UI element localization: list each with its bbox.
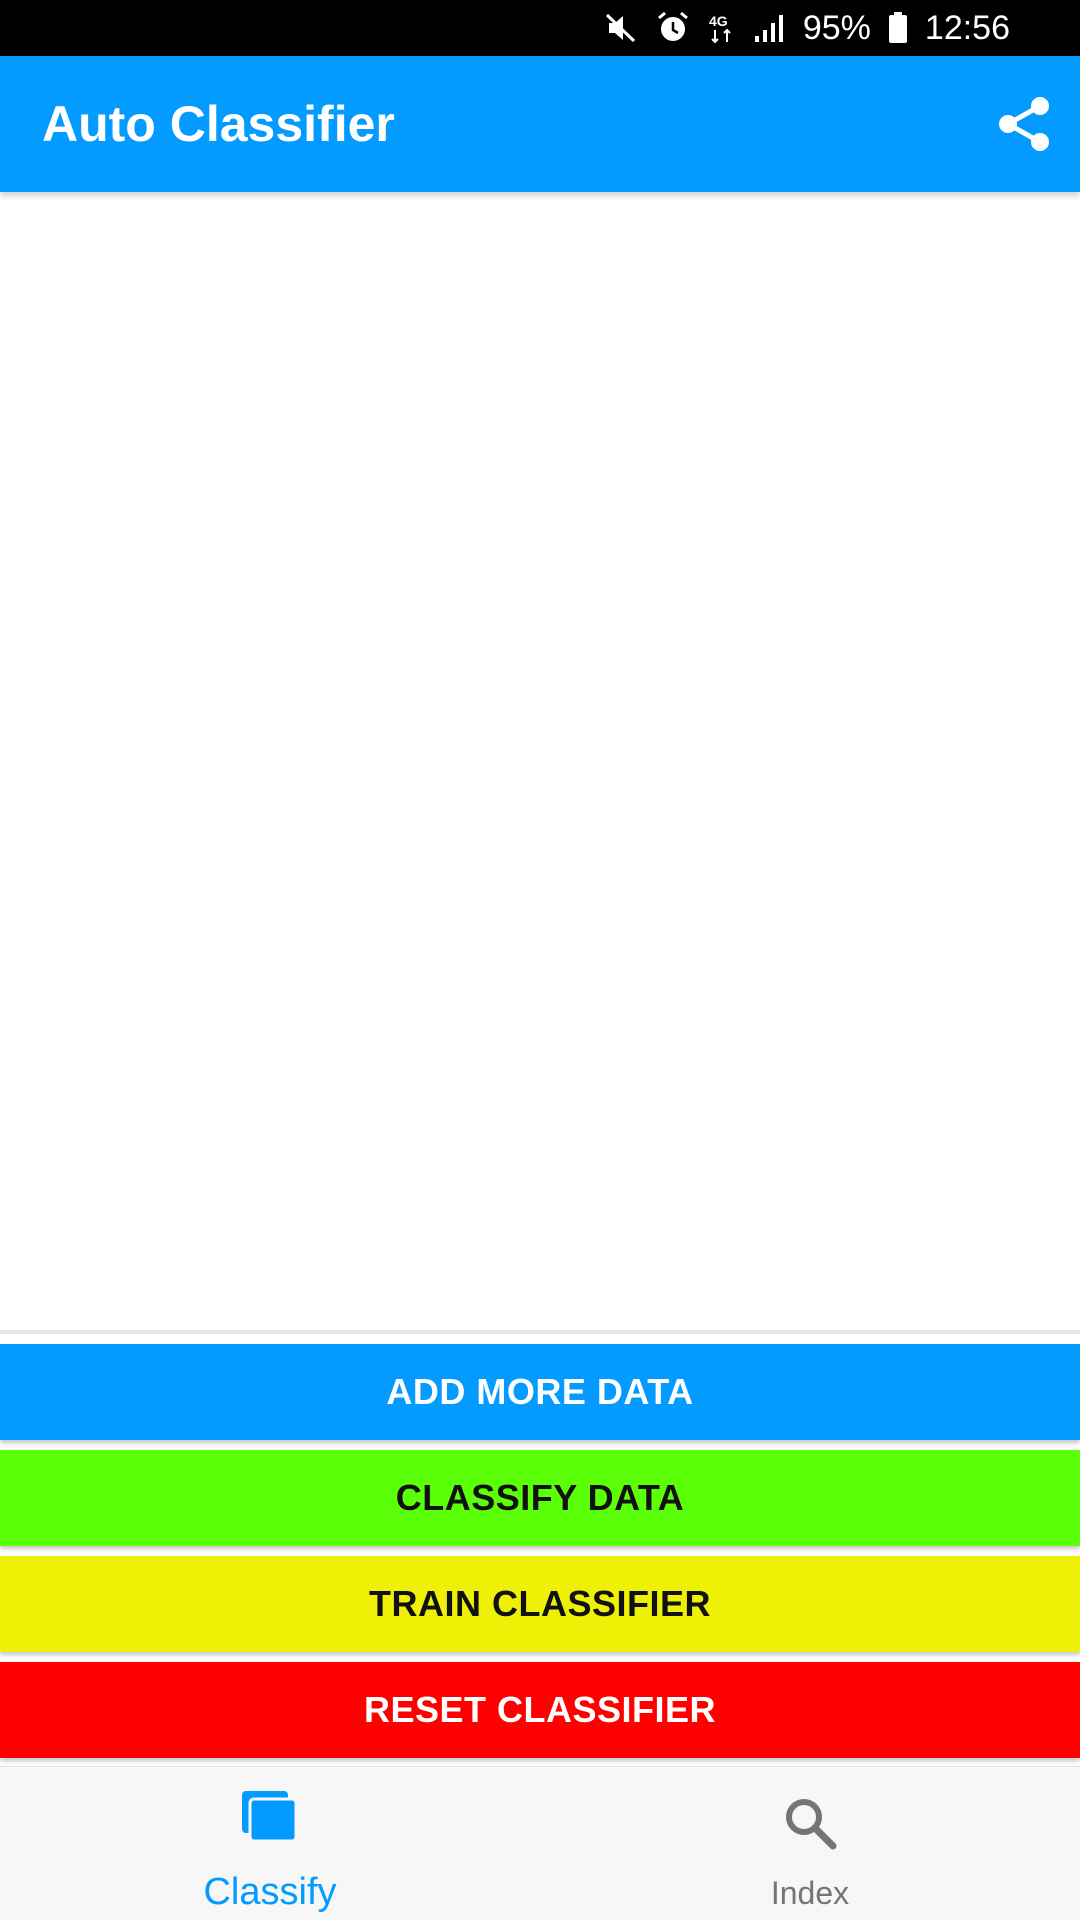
status-icons: 4G 95% 12:56 bbox=[603, 0, 1010, 56]
app-title: Auto Classifier bbox=[42, 96, 395, 152]
signal-icon bbox=[753, 10, 787, 46]
train-classifier-label: TRAIN CLASSIFIER bbox=[368, 1583, 711, 1624]
app-bar: Auto Classifier bbox=[0, 56, 1080, 192]
network-4g-icon: 4G bbox=[707, 10, 737, 46]
nav-label-classify: Classify bbox=[203, 1871, 337, 1913]
classify-data-label: CLASSIFY DATA bbox=[395, 1477, 685, 1518]
nav-item-classify[interactable]: Classify bbox=[0, 1767, 540, 1920]
network-label: 4G bbox=[709, 13, 728, 29]
reset-classifier-label: RESET CLASSIFIER bbox=[363, 1689, 717, 1730]
nav-item-index[interactable]: Index bbox=[540, 1767, 1080, 1920]
battery-icon bbox=[887, 10, 909, 46]
train-classifier-button[interactable]: TRAIN CLASSIFIER bbox=[0, 1556, 1080, 1652]
classify-icon bbox=[240, 1789, 300, 1850]
classify-data-button[interactable]: CLASSIFY DATA bbox=[0, 1450, 1080, 1546]
alarm-icon bbox=[655, 10, 691, 46]
search-icon bbox=[782, 1795, 838, 1856]
share-icon bbox=[999, 97, 1049, 151]
clock: 12:56 bbox=[924, 9, 1010, 47]
mute-icon bbox=[603, 10, 639, 46]
content-area bbox=[0, 192, 1080, 1330]
screen: 4G 95% 12:56 Auto Classifier ADD MORE DA… bbox=[0, 0, 1080, 1920]
status-bar: 4G 95% 12:56 bbox=[0, 0, 1080, 56]
add-more-data-button[interactable]: ADD MORE DATA bbox=[0, 1344, 1080, 1440]
share-button[interactable] bbox=[990, 90, 1058, 158]
add-more-data-label: ADD MORE DATA bbox=[386, 1371, 694, 1412]
reset-classifier-button[interactable]: RESET CLASSIFIER bbox=[0, 1662, 1080, 1758]
bottom-nav: Classify Index bbox=[0, 1766, 1080, 1920]
nav-label-index: Index bbox=[770, 1875, 850, 1911]
divider bbox=[0, 1330, 1080, 1334]
battery-percent: 95% bbox=[802, 9, 871, 47]
